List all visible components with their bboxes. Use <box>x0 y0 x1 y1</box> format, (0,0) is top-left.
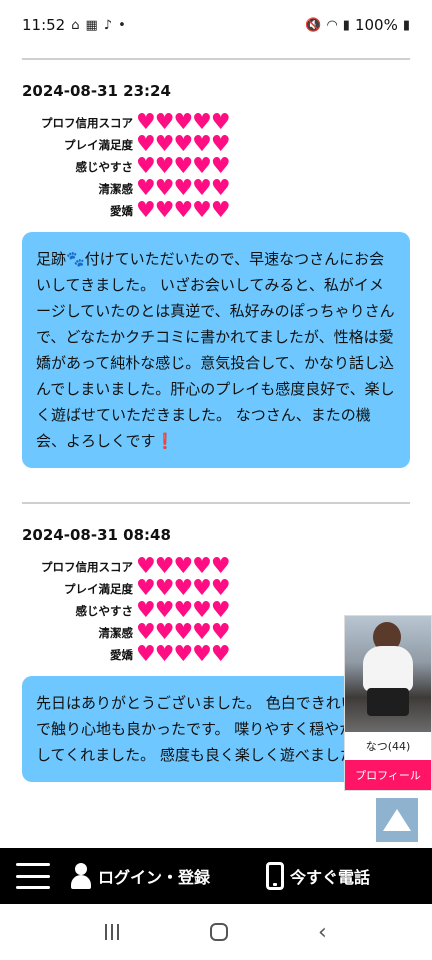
status-bar: 11:52 ⌂ ▦ ♪ • 🔇 ◠ ▮ 100% ▮ <box>0 0 432 50</box>
rating-label: 清潔感 <box>98 626 134 640</box>
rating-label: 愛嬌 <box>110 204 133 218</box>
profile-button[interactable]: プロフィール <box>345 760 431 790</box>
calendar-icon: ▦ <box>85 17 98 33</box>
home-icon: ⌂ <box>71 17 80 33</box>
scroll-to-top-button[interactable] <box>376 798 418 842</box>
profile-card[interactable]: なつ(44) プロフィール <box>344 615 432 791</box>
divider <box>22 502 410 504</box>
heart-rating: ♥♥♥♥♥ <box>136 576 231 601</box>
arrow-up-icon <box>383 809 411 831</box>
heart-rating: ♥♥♥♥♥ <box>136 132 231 157</box>
rating-label: プレイ満足度 <box>64 138 133 152</box>
mute-icon: 🔇 <box>305 17 322 33</box>
home-button-icon[interactable] <box>209 923 228 941</box>
profile-photo[interactable] <box>345 616 431 732</box>
menu-icon[interactable] <box>16 863 50 889</box>
rating-label: 愛嬌 <box>110 648 133 662</box>
rating-label: 感じやすさ <box>75 604 134 618</box>
heart-rating: ♥♥♥♥♥ <box>136 598 231 623</box>
recent-apps-icon[interactable] <box>105 924 120 940</box>
rating-label: プロフ信用スコア <box>41 560 133 574</box>
battery-level: 100% <box>354 16 398 34</box>
call-label: 今すぐ電話 <box>290 868 371 887</box>
rating-row: 清潔感 ♥♥♥♥♥ <box>22 178 410 200</box>
rating-row: プロフ信用スコア ♥♥♥♥♥ <box>22 112 410 134</box>
heart-rating: ♥♥♥♥♥ <box>136 176 231 201</box>
tiktok-icon: ♪ <box>103 17 113 33</box>
rating-row: プレイ満足度 ♥♥♥♥♥ <box>22 134 410 156</box>
rating-label: 清潔感 <box>98 182 134 196</box>
wifi-icon: ◠ <box>326 17 338 33</box>
rating-row: プレイ満足度 ♥♥♥♥♥ <box>22 578 410 600</box>
heart-rating: ♥♥♥♥♥ <box>136 620 231 645</box>
rating-row: 愛嬌 ♥♥♥♥♥ <box>22 200 410 222</box>
heart-rating: ♥♥♥♥♥ <box>136 198 231 223</box>
review-date: 2024-08-31 08:48 <box>22 526 171 544</box>
login-button[interactable]: ログイン・登録 <box>70 863 210 889</box>
call-button[interactable]: 今すぐ電話 <box>266 862 370 890</box>
review-item: 2024-08-31 23:24 プロフ信用スコア ♥♥♥♥♥ プレイ満足度 ♥… <box>0 82 432 468</box>
review-date: 2024-08-31 23:24 <box>22 82 171 100</box>
system-nav: ‹ <box>0 904 432 960</box>
bottom-nav: ログイン・登録 今すぐ電話 <box>0 848 432 904</box>
rating-row: 感じやすさ ♥♥♥♥♥ <box>22 156 410 178</box>
divider <box>22 58 410 60</box>
dot-icon: • <box>118 17 126 33</box>
rating-list: プロフ信用スコア ♥♥♥♥♥ プレイ満足度 ♥♥♥♥♥ 感じやすさ ♥♥♥♥♥ … <box>22 112 410 222</box>
rating-label: プロフ信用スコア <box>41 116 133 130</box>
battery-icon: ▮ <box>402 17 410 33</box>
heart-rating: ♥♥♥♥♥ <box>136 642 231 667</box>
rating-label: 感じやすさ <box>75 160 134 174</box>
login-label: ログイン・登録 <box>98 868 211 887</box>
heart-rating: ♥♥♥♥♥ <box>136 110 231 135</box>
review-text: 足跡🐾付けていただいたので、早速なつさんにお会いしてきました。 いざお会いしてみ… <box>22 232 410 468</box>
person-icon <box>70 863 92 889</box>
heart-rating: ♥♥♥♥♥ <box>136 554 231 579</box>
status-time: 11:52 <box>22 16 66 34</box>
rating-row: プロフ信用スコア ♥♥♥♥♥ <box>22 556 410 578</box>
rating-label: プレイ満足度 <box>64 582 133 596</box>
back-icon[interactable]: ‹ <box>318 920 327 945</box>
heart-rating: ♥♥♥♥♥ <box>136 154 231 179</box>
phone-icon <box>266 862 285 890</box>
signal-icon: ▮ <box>342 17 350 33</box>
profile-name: なつ(44) <box>365 740 411 753</box>
